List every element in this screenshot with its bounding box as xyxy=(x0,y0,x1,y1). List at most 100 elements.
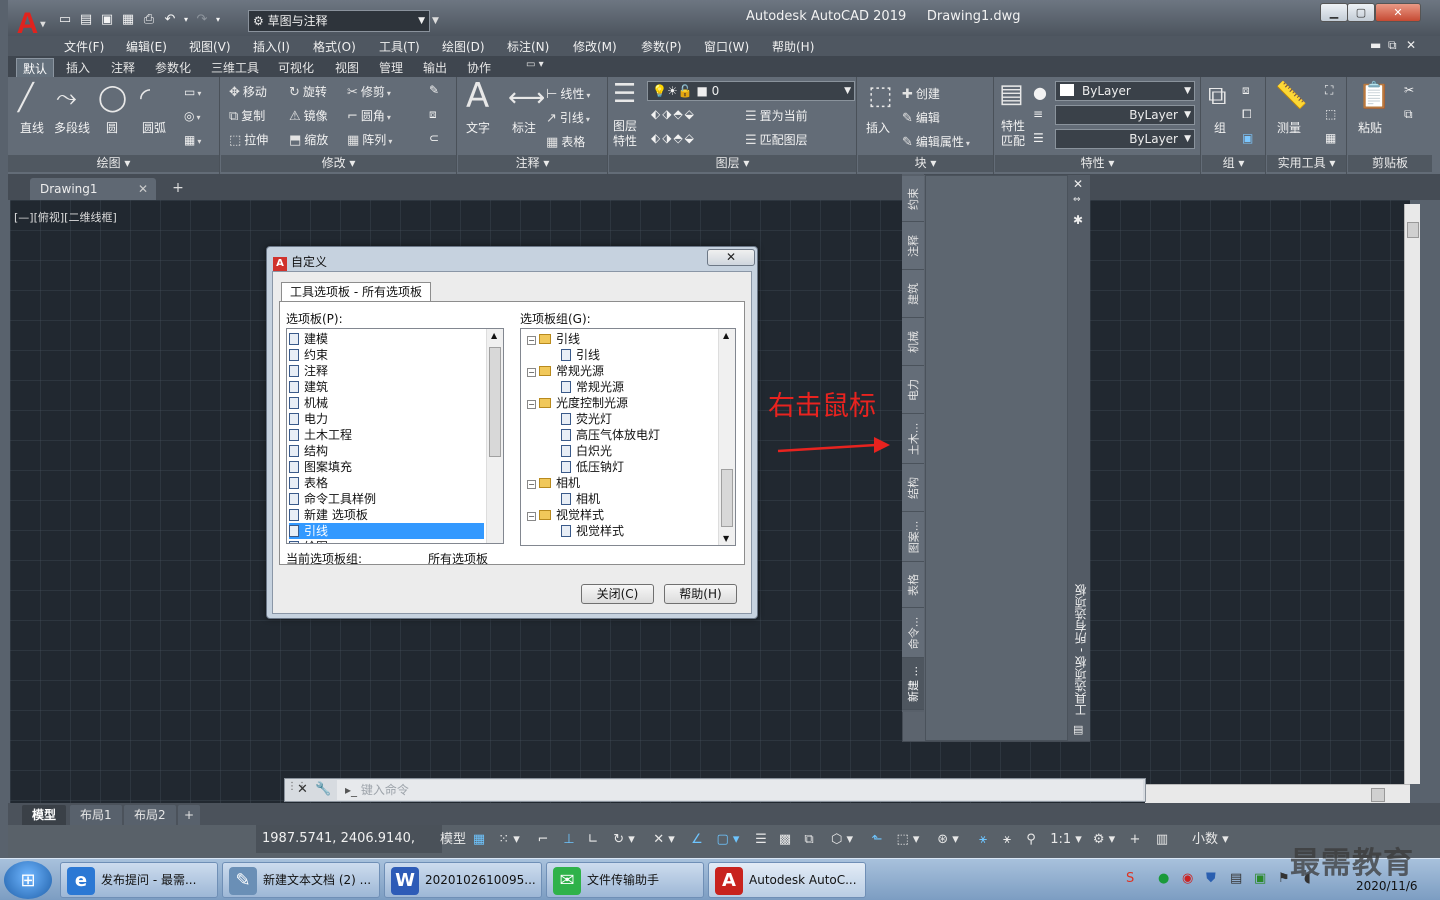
grid-icon[interactable]: ▦ xyxy=(470,830,488,850)
command-input[interactable]: ▸_ 键入命令 xyxy=(337,780,1143,800)
taskbar-item-word[interactable]: W 2020102610095... xyxy=(384,862,542,898)
menu-dimension[interactable]: 标注(N) xyxy=(507,38,549,55)
group-tree-leaf[interactable]: 常规光源 xyxy=(561,379,624,395)
arc-button[interactable]: 圆弧 xyxy=(142,119,166,136)
panel-layers-label[interactable]: 图层 ▾ xyxy=(609,155,856,172)
color-wheel-icon[interactable]: ● xyxy=(1033,83,1047,102)
menu-view[interactable]: 视图(V) xyxy=(189,38,231,55)
match-properties-button[interactable]: 特性匹配 xyxy=(1001,119,1027,149)
group-tree-leaf[interactable]: 高压气体放电灯 xyxy=(561,427,660,443)
group-tree-node[interactable]: − 视觉样式 xyxy=(527,507,604,523)
tab-visualize[interactable]: 可视化 xyxy=(272,58,320,77)
calculator-icon[interactable]: ▦ xyxy=(1325,131,1336,145)
undo-icon[interactable]: ↶ xyxy=(161,10,179,28)
group-tree-leaf[interactable]: 引线 xyxy=(561,347,600,363)
cut-icon[interactable]: ✂ xyxy=(1404,83,1414,97)
palette-list-item[interactable]: 命令工具样例 xyxy=(289,491,376,507)
group-tree-node[interactable]: − 引线 xyxy=(527,331,580,347)
workspace-dropdown[interactable]: ⚙ 草图与注释 ▼ xyxy=(248,10,430,32)
tab-parametric[interactable]: 参数化 xyxy=(149,58,197,77)
undo-dropdown-icon[interactable]: ▾ xyxy=(182,10,190,28)
group-tree-leaf[interactable]: 视觉样式 xyxy=(561,523,624,539)
leader-button[interactable]: ↗ 引线 ▾ xyxy=(546,109,590,126)
fillet-button[interactable]: ⌐ 圆角 ▾ xyxy=(347,107,391,124)
dialog-close-button[interactable]: ✕ xyxy=(707,249,755,266)
palettes-scroll-thumb[interactable] xyxy=(489,347,501,457)
taskbar-item-autocad[interactable]: A Autodesk AutoC... xyxy=(708,862,866,898)
palette-list-item[interactable]: 表格 xyxy=(289,475,328,491)
collapse-icon[interactable]: − xyxy=(527,512,536,521)
palette-tab-civil[interactable]: 土木... xyxy=(902,414,924,464)
maximize-button[interactable]: ▢ xyxy=(1347,3,1375,22)
hatch-icon[interactable]: ▦ ▾ xyxy=(184,133,201,147)
isodraft-icon[interactable]: ✕ ▾ xyxy=(648,830,680,850)
annotation-visibility-icon[interactable]: ⚹ xyxy=(974,830,992,850)
start-button[interactable]: ⊞ xyxy=(4,861,52,899)
redo-dropdown-icon[interactable]: ▾ xyxy=(214,10,222,28)
palette-list-item[interactable]: 新建 选项板 xyxy=(289,507,368,523)
color-dropdown[interactable]: ByLayer ▼ xyxy=(1055,81,1195,101)
close-dialog-button[interactable]: 关闭(C) xyxy=(581,584,654,604)
nvidia-icon[interactable]: ▣ xyxy=(1254,871,1266,886)
ortho-icon[interactable]: ∟ xyxy=(584,830,602,850)
transparency-icon[interactable]: ▩ xyxy=(776,830,794,850)
auto-scale-icon[interactable]: ⚹ xyxy=(998,830,1016,850)
minimize-button[interactable]: ▁ xyxy=(1320,3,1348,22)
palette-tab-constraint[interactable]: 约束 xyxy=(902,176,924,222)
workspace-gear-icon[interactable]: ⚙ ▾ xyxy=(1088,830,1120,850)
wrench-icon[interactable]: 🔧 xyxy=(315,782,331,797)
horizontal-scroll-thumb[interactable] xyxy=(1371,788,1385,802)
palette-list-item[interactable]: 图案填充 xyxy=(289,459,352,475)
linetype-dropdown[interactable]: ByLayer ▼ xyxy=(1055,105,1195,125)
tab-model[interactable]: 模型 xyxy=(22,805,67,825)
create-block-button[interactable]: ✚ 创建 xyxy=(902,85,940,102)
collapse-icon[interactable]: − xyxy=(527,400,536,409)
rotate-button[interactable]: ↻ 旋转 xyxy=(289,83,327,100)
palette-list-item[interactable]: 建模 xyxy=(289,331,328,347)
tab-layout1[interactable]: 布局1 xyxy=(70,805,122,825)
palette-content[interactable] xyxy=(925,175,1068,741)
palette-tab-command[interactable]: 命令... xyxy=(902,608,924,658)
taskbar-item-notepad[interactable]: ✎ 新建文本文档 (2) ... xyxy=(222,862,380,898)
palette-list-item[interactable]: 约束 xyxy=(289,347,328,363)
panel-annotation-label[interactable]: 注释 ▾ xyxy=(458,155,607,172)
group-tree-leaf[interactable]: 低压钠灯 xyxy=(561,459,624,475)
ribbon-options-icon[interactable]: ▭ ▾ xyxy=(520,58,550,71)
vertical-scrollbar[interactable] xyxy=(1404,204,1420,784)
linetype-icon[interactable]: ≡ xyxy=(1033,107,1043,121)
tab-home[interactable]: 默认 xyxy=(16,58,55,77)
gizmo-icon[interactable]: ⊛ ▾ xyxy=(932,830,964,850)
panel-draw-label[interactable]: 绘图 ▾ xyxy=(8,155,219,172)
panel-properties-label[interactable]: 特性 ▾ xyxy=(995,155,1200,172)
menu-draw[interactable]: 绘图(D) xyxy=(442,38,485,55)
collapse-icon[interactable]: − xyxy=(527,368,536,377)
explode-icon[interactable]: ⧈ xyxy=(429,107,437,122)
open-icon[interactable]: ▤ xyxy=(77,10,95,28)
palette-tab-annotation[interactable]: 注释 xyxy=(902,222,924,270)
menu-help[interactable]: 帮助(H) xyxy=(772,38,814,55)
group-tree-node[interactable]: − 光度控制光源 xyxy=(527,395,628,411)
panel-modify-label[interactable]: 修改 ▾ xyxy=(221,155,456,172)
taskbar-item-ie[interactable]: e 发布提问 - 最需... xyxy=(60,862,218,898)
copy-clip-icon[interactable]: ⧉ xyxy=(1404,107,1413,122)
utility-icon-2[interactable]: ⬚ xyxy=(1325,107,1336,121)
match-layer-button[interactable]: ☰ 匹配图层 xyxy=(745,131,808,148)
menu-window[interactable]: 窗口(W) xyxy=(704,38,749,55)
object-snap-icon[interactable]: ▢ ▾ xyxy=(712,830,744,850)
group-select-icon[interactable]: ▣ xyxy=(1242,131,1253,145)
table-button[interactable]: ▦ 表格 xyxy=(546,133,585,150)
3d-osnap-icon[interactable]: ⬡ ▾ xyxy=(826,830,858,850)
dialog-tab[interactable]: 工具选项板 - 所有选项板 xyxy=(281,282,431,302)
panel-groups-label[interactable]: 组 ▾ xyxy=(1202,155,1265,172)
tab-insert[interactable]: 插入 xyxy=(60,58,96,77)
viewport-controls[interactable]: [—][俯视][二维线框] xyxy=(14,209,117,225)
palette-list-item[interactable]: 建筑 xyxy=(289,379,328,395)
palette-list-item[interactable]: 绘图 xyxy=(289,539,328,543)
offset-icon[interactable]: ⊂ xyxy=(429,131,439,145)
palettes-list-scrollbar[interactable]: ▲ xyxy=(486,329,503,543)
layer-tools-row2[interactable]: ⬖⬗⬘⬙ xyxy=(651,131,696,145)
save-as-icon[interactable]: ▦ xyxy=(119,10,137,28)
lineweight-toggle-icon[interactable]: ☰ xyxy=(752,830,770,850)
copy-button[interactable]: ⧉ 复制 xyxy=(229,107,265,124)
group-tree-leaf[interactable]: 白炽光 xyxy=(561,443,612,459)
